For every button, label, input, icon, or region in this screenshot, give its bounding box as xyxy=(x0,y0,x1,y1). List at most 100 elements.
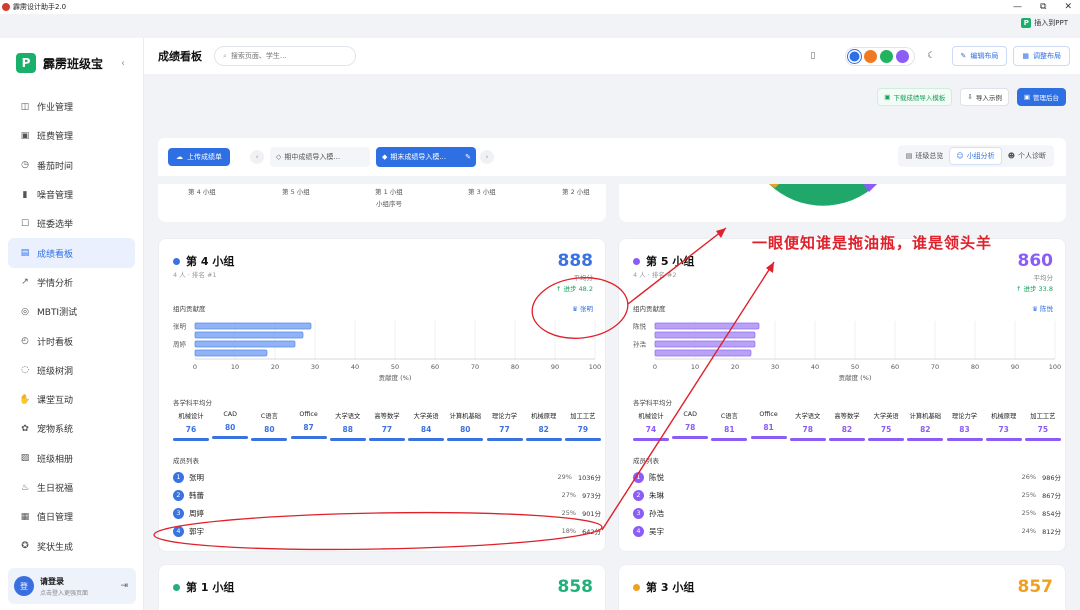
page-title: 成绩看板 xyxy=(158,50,202,63)
adjust-layout-label: 调整布局 xyxy=(1033,52,1061,60)
subject-bar xyxy=(946,438,983,441)
upload-button[interactable]: ☁ 上传成绩单 xyxy=(168,148,230,166)
subject-value: 77 xyxy=(381,425,393,434)
x-tick-label: 70 xyxy=(931,363,939,371)
subject-item: 大学英语 75 xyxy=(868,411,905,441)
group-color-dot xyxy=(633,257,640,265)
maximize-icon[interactable]: ⧉ xyxy=(1040,2,1046,12)
subject-name: 机械设计 xyxy=(638,413,664,420)
member-row[interactable]: 3 孙浩 25% 854分 xyxy=(633,505,1061,521)
x-tick-label: 80 xyxy=(971,363,979,371)
bar-周婷 xyxy=(194,340,296,348)
adjust-layout-button[interactable]: ▦ 调整布局 xyxy=(1013,46,1070,66)
sidebar-item-label: 奖状生成 xyxy=(37,542,74,553)
search-icon: ⌕ xyxy=(223,51,227,60)
subject-value: 78 xyxy=(802,425,813,434)
theme-color-swatch[interactable] xyxy=(864,49,878,63)
subject-value: 80 xyxy=(460,425,471,434)
member-row[interactable]: 3 周婷 25% 901分 xyxy=(173,505,601,521)
member-score: 1036分 xyxy=(577,474,601,482)
theme-color-swatch[interactable] xyxy=(896,49,910,63)
subject-item: Office 87 xyxy=(290,411,327,441)
insert-ppt-button[interactable]: P 插入到PPT xyxy=(1021,18,1068,28)
x-tick-label: 10 xyxy=(691,363,699,371)
sidebar-item[interactable]: ✿ 宠物系统 xyxy=(8,414,135,443)
subject-bar xyxy=(290,436,327,439)
tab-midterm-label: 期中成绩导入模... xyxy=(284,153,341,161)
search-input[interactable] xyxy=(230,52,341,60)
sidebar-item[interactable]: ◎ MBTI测试 xyxy=(8,297,135,326)
tab-group-analysis[interactable]: ☺ 小组分析 xyxy=(949,147,1002,165)
member-score: 986分 xyxy=(1042,474,1061,482)
sidebar-item[interactable]: ▤ 成绩看板 xyxy=(8,238,135,268)
member-row[interactable]: 4 吴宇 24% 812分 xyxy=(633,523,1061,539)
score-caption: 平均分 xyxy=(573,274,594,282)
progress-badge: ↑ 进步 33.8 xyxy=(1015,285,1053,293)
sidebar-item[interactable]: ◌ 班级树洞 xyxy=(8,356,135,385)
manage-button[interactable]: ▣ 管理后台 xyxy=(1016,88,1066,106)
sidebar-item[interactable]: ◫ 作业管理 xyxy=(8,92,135,121)
next-icon[interactable]: › xyxy=(480,150,494,164)
member-row[interactable]: 4 郭宇 18% 642分 xyxy=(173,523,601,539)
tab-final[interactable]: ◆ 期末成绩导入模... ✎ xyxy=(376,147,476,167)
sidebar-item[interactable]: ♨ 生日祝福 xyxy=(8,473,135,502)
subject-name: 大学英语 xyxy=(873,413,899,420)
subject-item: 机械原理 82 xyxy=(525,411,562,441)
theme-color-swatch[interactable] xyxy=(848,49,862,63)
minimize-icon[interactable]: — xyxy=(1013,2,1022,12)
pie-slice-green xyxy=(769,184,877,206)
subject-bar xyxy=(1024,438,1061,441)
member-rank: 1 xyxy=(173,471,184,483)
sidebar-item[interactable]: ↗ 学情分析 xyxy=(8,268,135,297)
member-percent: 26% xyxy=(1021,473,1037,481)
sidebar-item[interactable]: ☐ 班委选举 xyxy=(8,209,135,238)
sidebar-item[interactable]: ▮ 噪音管理 xyxy=(8,180,135,209)
download-template-button[interactable]: ▣ 下载成绩导入模板 xyxy=(877,88,953,106)
member-row[interactable]: 2 韩蕾 27% 973分 xyxy=(173,487,601,503)
tab-class-overview[interactable]: ▤ 班级总览 xyxy=(900,147,950,165)
brand-name: 霹雳班级宝 xyxy=(43,56,104,71)
moon-icon[interactable]: ☾ xyxy=(927,51,935,61)
tab-personal-diagnosis[interactable]: ☻ 个人诊断 xyxy=(1002,147,1052,165)
sidebar-item[interactable]: ✪ 奖状生成 xyxy=(8,531,135,560)
sidebar-item[interactable]: ▨ 班级相册 xyxy=(8,444,135,473)
main-area: ▣ 下载成绩导入模板 ⇩ 导入示例 ▣ 管理后台 ☁ 上传成绩单 ‹ ◇ 期中成绩导入模.… xyxy=(144,74,1080,610)
sidebar-item[interactable]: ✋ 课堂互动 xyxy=(8,385,135,414)
window-controls: — ⧉ ✕ xyxy=(1013,2,1072,12)
logout-icon[interactable]: ⇥ xyxy=(120,581,128,591)
tab-midterm[interactable]: ◇ 期中成绩导入模... xyxy=(270,147,370,167)
pet-icon: ✿ xyxy=(21,423,29,434)
member-row[interactable]: 1 陈悦 26% 986分 xyxy=(633,469,1061,485)
prev-icon[interactable]: ‹ xyxy=(250,150,264,164)
member-row[interactable]: 2 朱琳 25% 867分 xyxy=(633,487,1061,503)
member-name: 陈悦 xyxy=(649,472,664,482)
member-row[interactable]: 1 张明 29% 1036分 xyxy=(173,469,601,485)
subject-bar xyxy=(525,438,562,441)
edit-layout-button[interactable]: ✎ 编辑布局 xyxy=(951,46,1008,66)
action-row: ▣ 下载成绩导入模板 ⇩ 导入示例 ▣ 管理后台 xyxy=(877,88,1066,106)
search-box[interactable]: ⌕ xyxy=(214,46,356,66)
overview-x-label: 第 2 小组 xyxy=(562,188,590,196)
sidebar-item[interactable]: ▣ 班费管理 xyxy=(8,121,135,150)
bar-陈悦 xyxy=(654,322,760,330)
collapse-sidebar-icon[interactable]: ‹ xyxy=(121,58,125,69)
x-tick-label: 40 xyxy=(351,363,359,371)
member-name: 郭宇 xyxy=(189,526,204,536)
import-example-button[interactable]: ⇩ 导入示例 xyxy=(960,88,1009,106)
subject-name: 加工工艺 xyxy=(1030,413,1056,420)
overview-x-label: 第 1 小组 xyxy=(375,188,403,196)
sidebar-item[interactable]: ▦ 值日管理 xyxy=(8,502,135,531)
overview-pie-card xyxy=(619,184,1066,222)
theme-color-swatch[interactable] xyxy=(880,49,894,63)
file-icon: ◇ xyxy=(276,153,282,161)
sidebar-item[interactable]: ◴ 计时看板 xyxy=(8,326,135,355)
hand-icon: ✋ xyxy=(19,394,31,405)
close-icon[interactable]: ✕ xyxy=(1064,2,1072,12)
tab-edit-icon[interactable]: ✎ xyxy=(465,153,471,161)
member-percent: 25% xyxy=(561,509,577,517)
sidebar-item[interactable]: ◷ 番茄时间 xyxy=(8,151,135,180)
sidebar-toggle-icon[interactable]: ▯ xyxy=(810,51,815,61)
login-panel[interactable]: 登 请登录 点击登入更强页面 ⇥ xyxy=(8,568,136,604)
group-meta: 4 人 · 排名 #2 xyxy=(633,271,677,279)
bar-吴宇 xyxy=(654,349,752,357)
